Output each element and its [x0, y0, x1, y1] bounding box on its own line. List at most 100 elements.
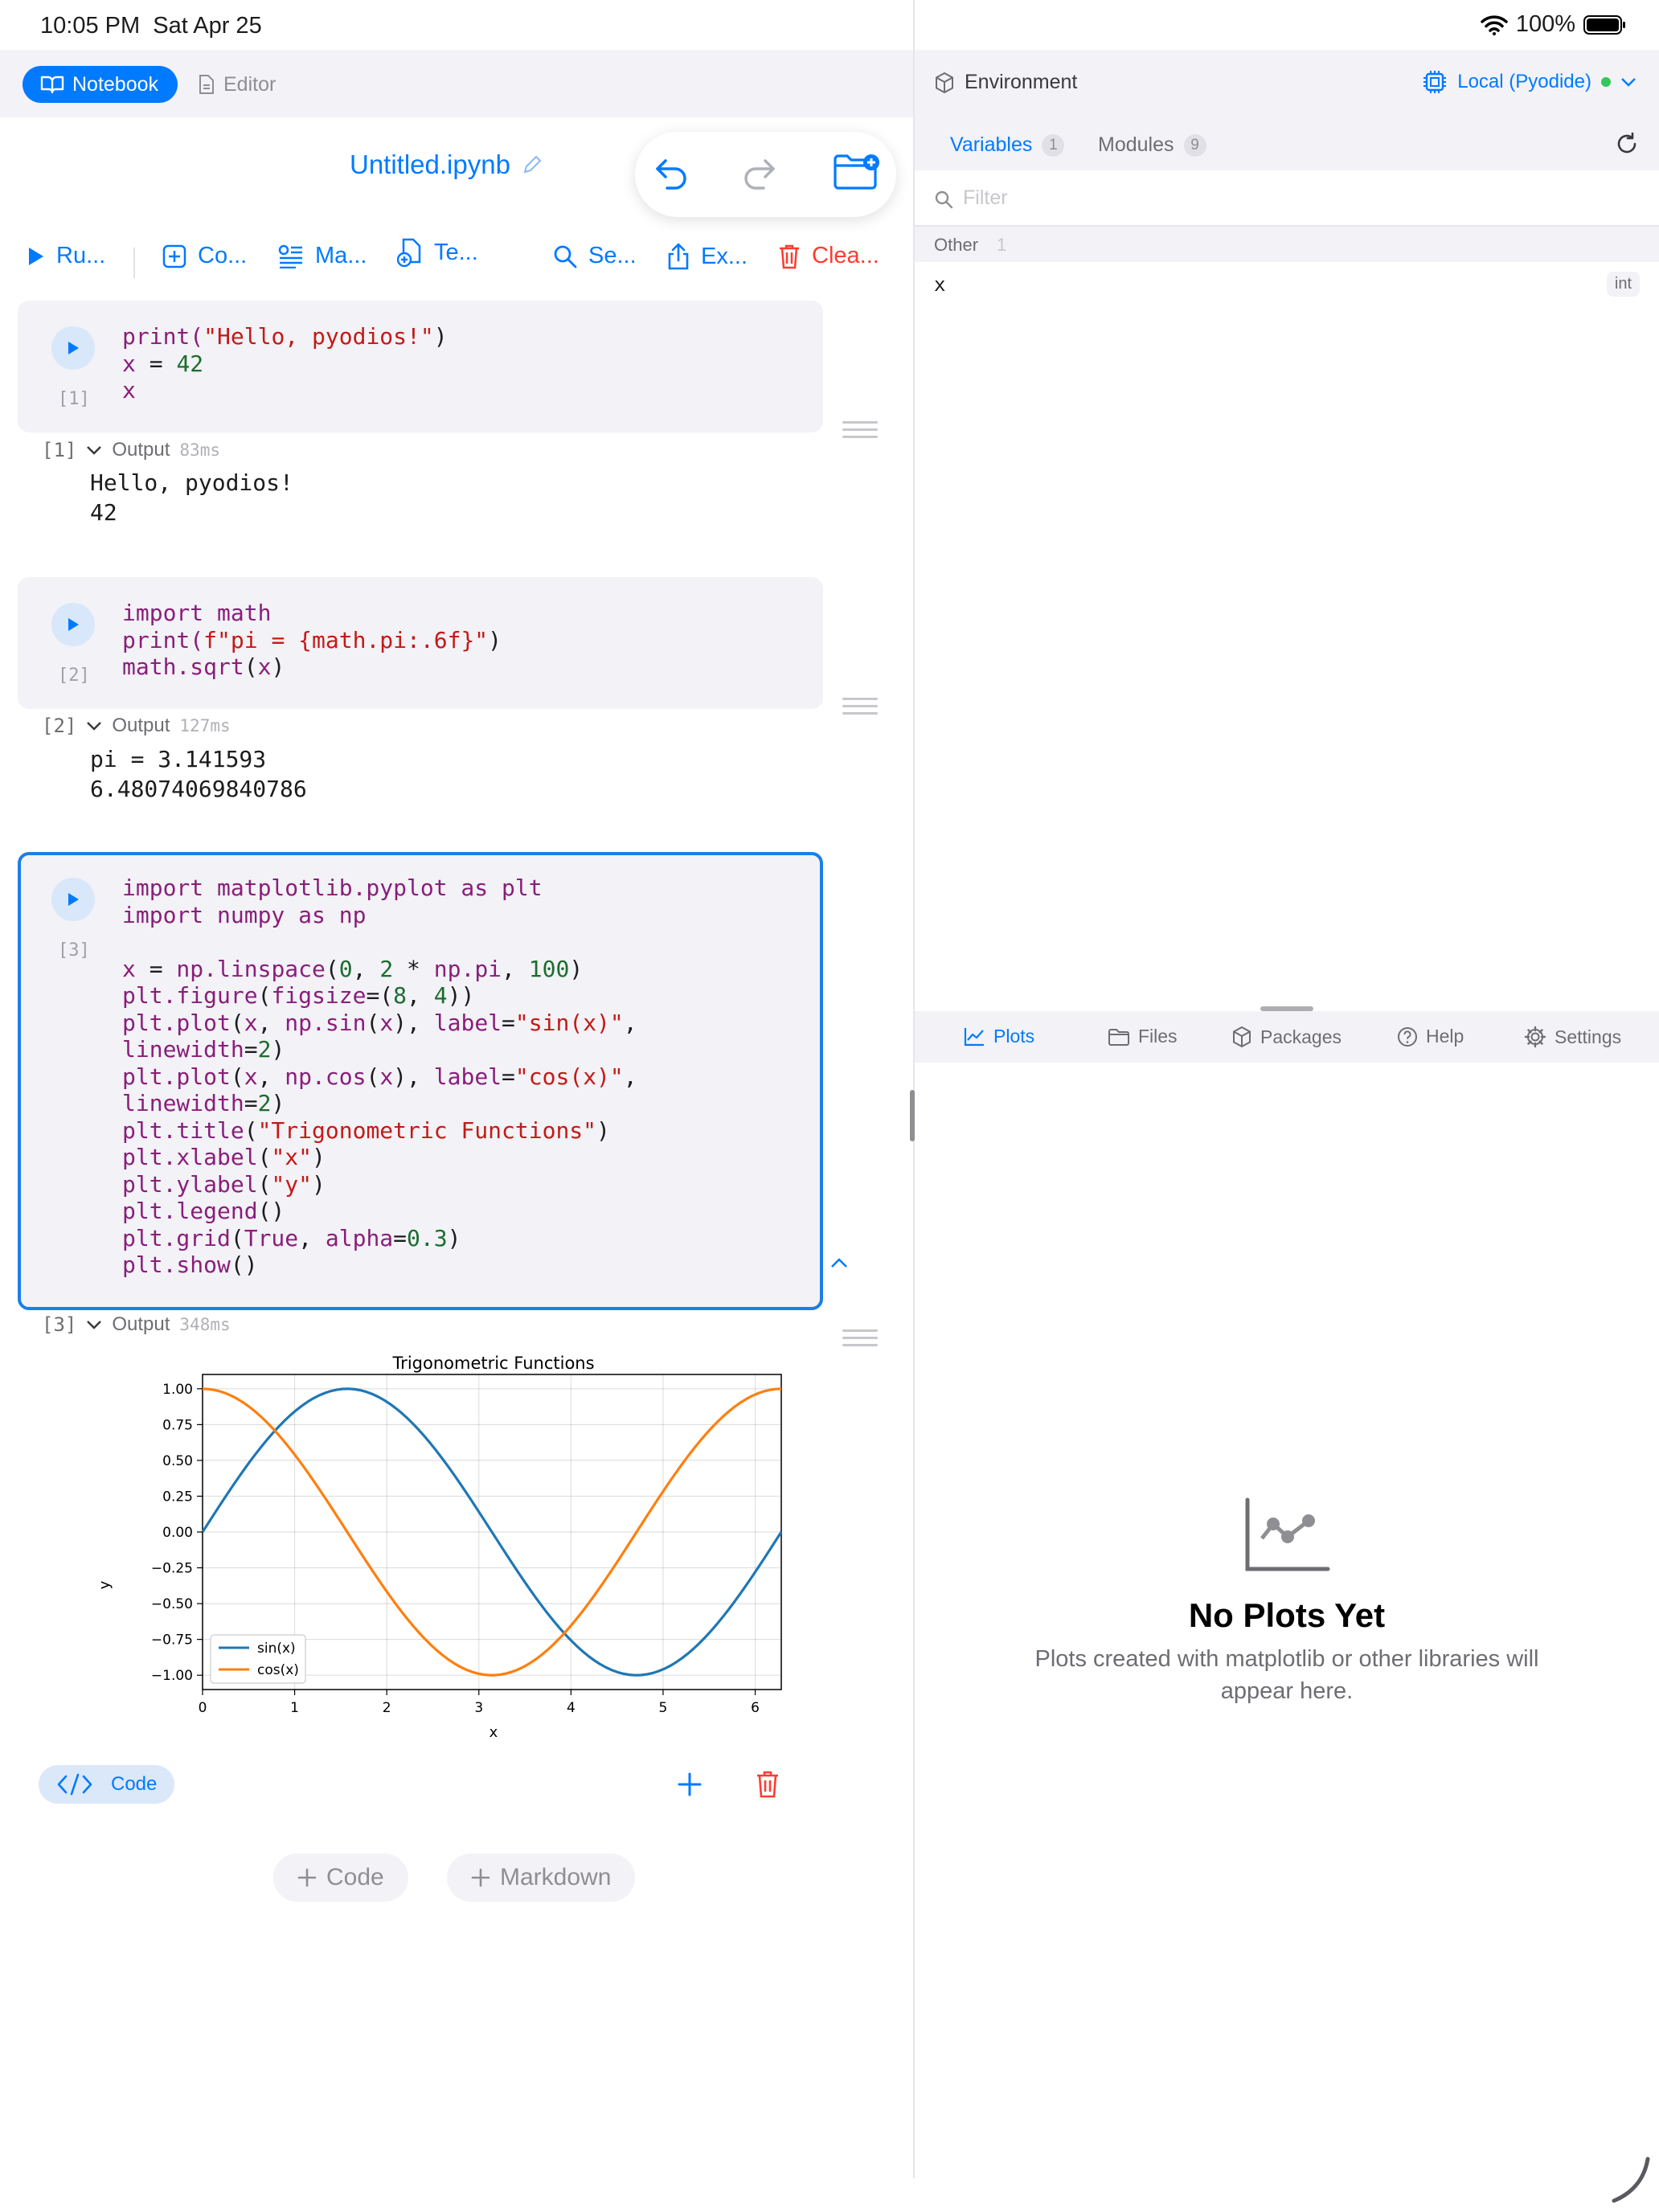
- x-tick-label: 0: [199, 1700, 207, 1716]
- pencil-stroke-icon: [1612, 2157, 1650, 2203]
- cell-code[interactable]: import math print(f"pi = {math.pi:.6f}") m…: [122, 600, 502, 681]
- trig-chart: Trigonometric Functions 0 1 2 3 4 5 6 1.00 0.75 0…: [96, 1354, 783, 1741]
- cell-code[interactable]: import matplotlib.pyplot as plt import nu…: [122, 875, 637, 1279]
- plus-icon: [297, 1868, 317, 1887]
- output-exec-count: [3]: [42, 1313, 77, 1336]
- output-header-1[interactable]: [1] Output 83ms: [42, 439, 220, 461]
- play-icon: [68, 618, 79, 631]
- kernel-selector[interactable]: Local (Pyodide): [1422, 69, 1636, 95]
- output-line: 42: [90, 499, 117, 526]
- cube-icon: [936, 72, 953, 93]
- chevron-down-icon: [87, 446, 102, 455]
- cell-drag-handle[interactable]: [842, 1329, 878, 1349]
- code-line: x = np.linspace(0, 2 * np.pi, 100): [122, 955, 584, 982]
- code-cell-2[interactable]: [2] import math print(f"pi = {math.pi:.6f…: [18, 577, 823, 709]
- plus-icon[interactable]: [677, 1772, 703, 1797]
- export-button[interactable]: Ex...: [667, 243, 748, 270]
- y-tick-label: −0.25: [151, 1561, 193, 1577]
- run-button[interactable]: Ru...: [27, 243, 105, 269]
- notebook-tab-label: Notebook: [72, 72, 159, 96]
- book-icon: [40, 76, 64, 94]
- tab-variables[interactable]: Variables 1: [950, 133, 1065, 157]
- environment-tabs: Variables 1 Modules 9: [915, 117, 1659, 170]
- clear-outputs-button[interactable]: Clea...: [778, 243, 879, 269]
- output-line: 6.48074069840786: [90, 776, 307, 802]
- search-button[interactable]: Se...: [553, 243, 637, 269]
- trash-icon: [780, 244, 799, 268]
- refresh-icon[interactable]: [1616, 132, 1638, 156]
- variable-group-header[interactable]: Other 1: [915, 227, 1659, 262]
- run-cell-button[interactable]: [51, 326, 95, 370]
- editor-tab-label: Editor: [223, 72, 276, 96]
- plus-square-icon: [162, 244, 186, 268]
- code-line: plt.legend(): [122, 1198, 285, 1224]
- tab-files[interactable]: Files: [1108, 1026, 1178, 1047]
- wifi-icon: [1481, 14, 1508, 35]
- y-tick-label: 0.75: [162, 1417, 193, 1433]
- undo-icon[interactable]: [653, 156, 691, 191]
- add-code-cell-button[interactable]: Co...: [162, 243, 247, 269]
- document-add-icon: [397, 238, 421, 267]
- code-line: plt.plot(x, np.sin(x), label="sin(x)",: [122, 1009, 637, 1036]
- chevron-up-icon[interactable]: [830, 1257, 849, 1270]
- execution-count: [3]: [58, 940, 90, 961]
- chart-line-icon: [964, 1027, 984, 1046]
- chevron-down-icon: [1621, 78, 1636, 87]
- trash-icon[interactable]: [756, 1770, 780, 1799]
- notebook-tab[interactable]: Notebook: [23, 66, 178, 103]
- editor-tab[interactable]: Editor: [198, 66, 276, 103]
- execution-count: [2]: [58, 666, 90, 686]
- code-line: x = 42: [122, 350, 204, 377]
- toolbar-divider: [133, 248, 135, 278]
- add-code-button[interactable]: Code: [273, 1854, 408, 1902]
- code-line: plt.figure(figsize=(8, 4)): [122, 982, 475, 1009]
- run-cell-button[interactable]: [51, 603, 95, 646]
- template-button[interactable]: Te...: [397, 238, 478, 267]
- code-line: x: [122, 377, 136, 403]
- add-markdown-cell-button[interactable]: Ma...: [278, 243, 367, 269]
- variable-name: x: [934, 273, 946, 296]
- y-tick-label: −1.00: [151, 1668, 193, 1684]
- cell-drag-handle[interactable]: [842, 421, 878, 440]
- filter-field[interactable]: Filter: [915, 170, 1659, 227]
- code-line: plt.xlabel("x"): [122, 1144, 326, 1170]
- notebook-pane: Notebook Editor Untitled.ipynb Ru... Co.…: [0, 50, 913, 2212]
- output-line: pi = 3.141593: [90, 746, 267, 772]
- code-brackets-icon: [57, 1773, 92, 1796]
- y-tick-label: −0.75: [151, 1632, 193, 1649]
- output-header-3[interactable]: [3] Output 348ms: [42, 1313, 231, 1336]
- output-header-2[interactable]: [2] Output 127ms: [42, 715, 231, 737]
- environment-pane: Environment Local (Pyodide) Variables 1 …: [915, 50, 1659, 2212]
- variable-row[interactable]: x int: [915, 262, 1659, 305]
- redo-icon[interactable]: [739, 156, 778, 191]
- code-line: print("Hello, pyodios!"): [122, 323, 448, 350]
- tab-plots[interactable]: Plots: [963, 1026, 1034, 1047]
- code-line: plt.title("Trigonometric Functions"): [122, 1116, 610, 1144]
- variable-type-badge: int: [1606, 272, 1640, 297]
- cell-type-label: Code: [111, 1773, 158, 1795]
- cell-drag-handle[interactable]: [842, 698, 878, 717]
- cell-type-chip[interactable]: Code: [39, 1765, 175, 1804]
- question-icon: [1398, 1026, 1417, 1047]
- output-exec-count: [1]: [42, 439, 77, 461]
- y-tick-label: 0.25: [162, 1489, 193, 1505]
- y-tick-label: 1.00: [162, 1382, 193, 1398]
- y-tick-label: 0.00: [162, 1525, 193, 1541]
- add-markdown-button[interactable]: Markdown: [447, 1854, 636, 1902]
- code-cell-1[interactable]: [1] print("Hello, pyodios!") x = 42 x: [18, 301, 823, 432]
- tab-modules[interactable]: Modules 9: [1098, 133, 1206, 157]
- folder-add-icon[interactable]: [833, 153, 881, 191]
- plots-empty-state: No Plots Yet Plots created with matplotl…: [915, 1497, 1659, 1707]
- tab-packages[interactable]: Packages: [1231, 1026, 1342, 1048]
- code-line: plt.show(): [122, 1251, 258, 1278]
- code-cell-3[interactable]: [3] import matplotlib.pyplot as plt impor…: [18, 852, 823, 1310]
- share-icon: [668, 243, 689, 270]
- run-cell-button[interactable]: [51, 878, 95, 921]
- tab-help[interactable]: Help: [1397, 1026, 1464, 1047]
- tab-settings[interactable]: Settings: [1524, 1026, 1621, 1048]
- cell-code[interactable]: print("Hello, pyodios!") x = 42 x: [122, 323, 448, 404]
- notebook-toolbar: Ru... Co... Ma... Te... Se... Ex... Clea…: [0, 231, 913, 288]
- x-tick-label: 1: [290, 1700, 299, 1716]
- x-tick-label: 2: [383, 1700, 391, 1716]
- x-axis-label: x: [490, 1724, 498, 1741]
